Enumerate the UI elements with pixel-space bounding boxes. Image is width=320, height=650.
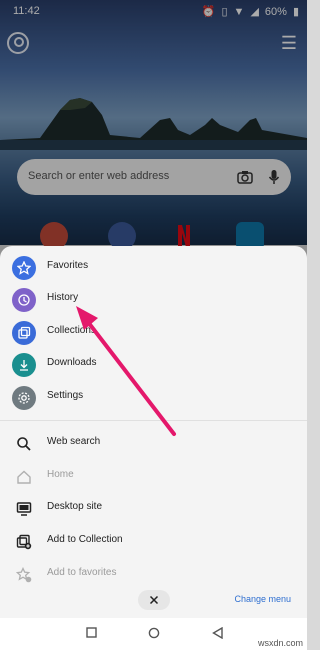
menu-item-label: Downloads [47, 357, 97, 368]
gear-icon [12, 386, 36, 410]
menu-footer: Change menu [0, 586, 307, 614]
action-label: Add to Collection [47, 534, 123, 545]
close-icon [149, 595, 159, 605]
action-add-to-collection[interactable]: Add to Collection [0, 526, 307, 558]
history-icon [12, 288, 36, 312]
action-label: Web search [47, 436, 101, 447]
action-web-search[interactable]: Web search [0, 428, 307, 460]
back-icon[interactable] [212, 627, 223, 639]
action-desktop-site[interactable]: Desktop site [0, 493, 307, 525]
menu-item-history[interactable]: History [0, 284, 307, 316]
menu-item-downloads[interactable]: Downloads [0, 349, 307, 381]
menu-sheet: Favorites History Collections Downloads … [0, 246, 307, 618]
android-nav-bar: wsxdn.com [0, 618, 307, 650]
menu-item-favorites[interactable]: Favorites [0, 252, 307, 284]
close-menu-button[interactable] [138, 590, 170, 610]
menu-divider [0, 420, 307, 421]
recents-icon[interactable] [86, 627, 97, 638]
star-icon [12, 256, 36, 280]
add-collection-icon [12, 530, 36, 554]
search-icon [12, 432, 36, 456]
change-menu-link[interactable]: Change menu [234, 594, 291, 604]
action-label: Home [47, 469, 74, 480]
home-icon [12, 465, 36, 489]
watermark: wsxdn.com [257, 638, 303, 648]
collections-icon [12, 321, 36, 345]
action-label: Add to favorites [47, 567, 117, 578]
menu-item-settings[interactable]: Settings [0, 382, 307, 414]
menu-item-label: Collections [47, 325, 96, 336]
menu-item-label: Settings [47, 390, 84, 401]
action-home: Home [0, 461, 307, 493]
menu-item-collections[interactable]: Collections [0, 317, 307, 349]
action-label: Desktop site [47, 501, 103, 512]
home-button-icon[interactable] [148, 627, 160, 639]
add-favorite-icon [12, 563, 36, 587]
menu-item-label: History [47, 292, 79, 303]
download-icon [12, 353, 36, 377]
menu-item-label: Favorites [47, 260, 89, 271]
desktop-icon [12, 497, 36, 521]
